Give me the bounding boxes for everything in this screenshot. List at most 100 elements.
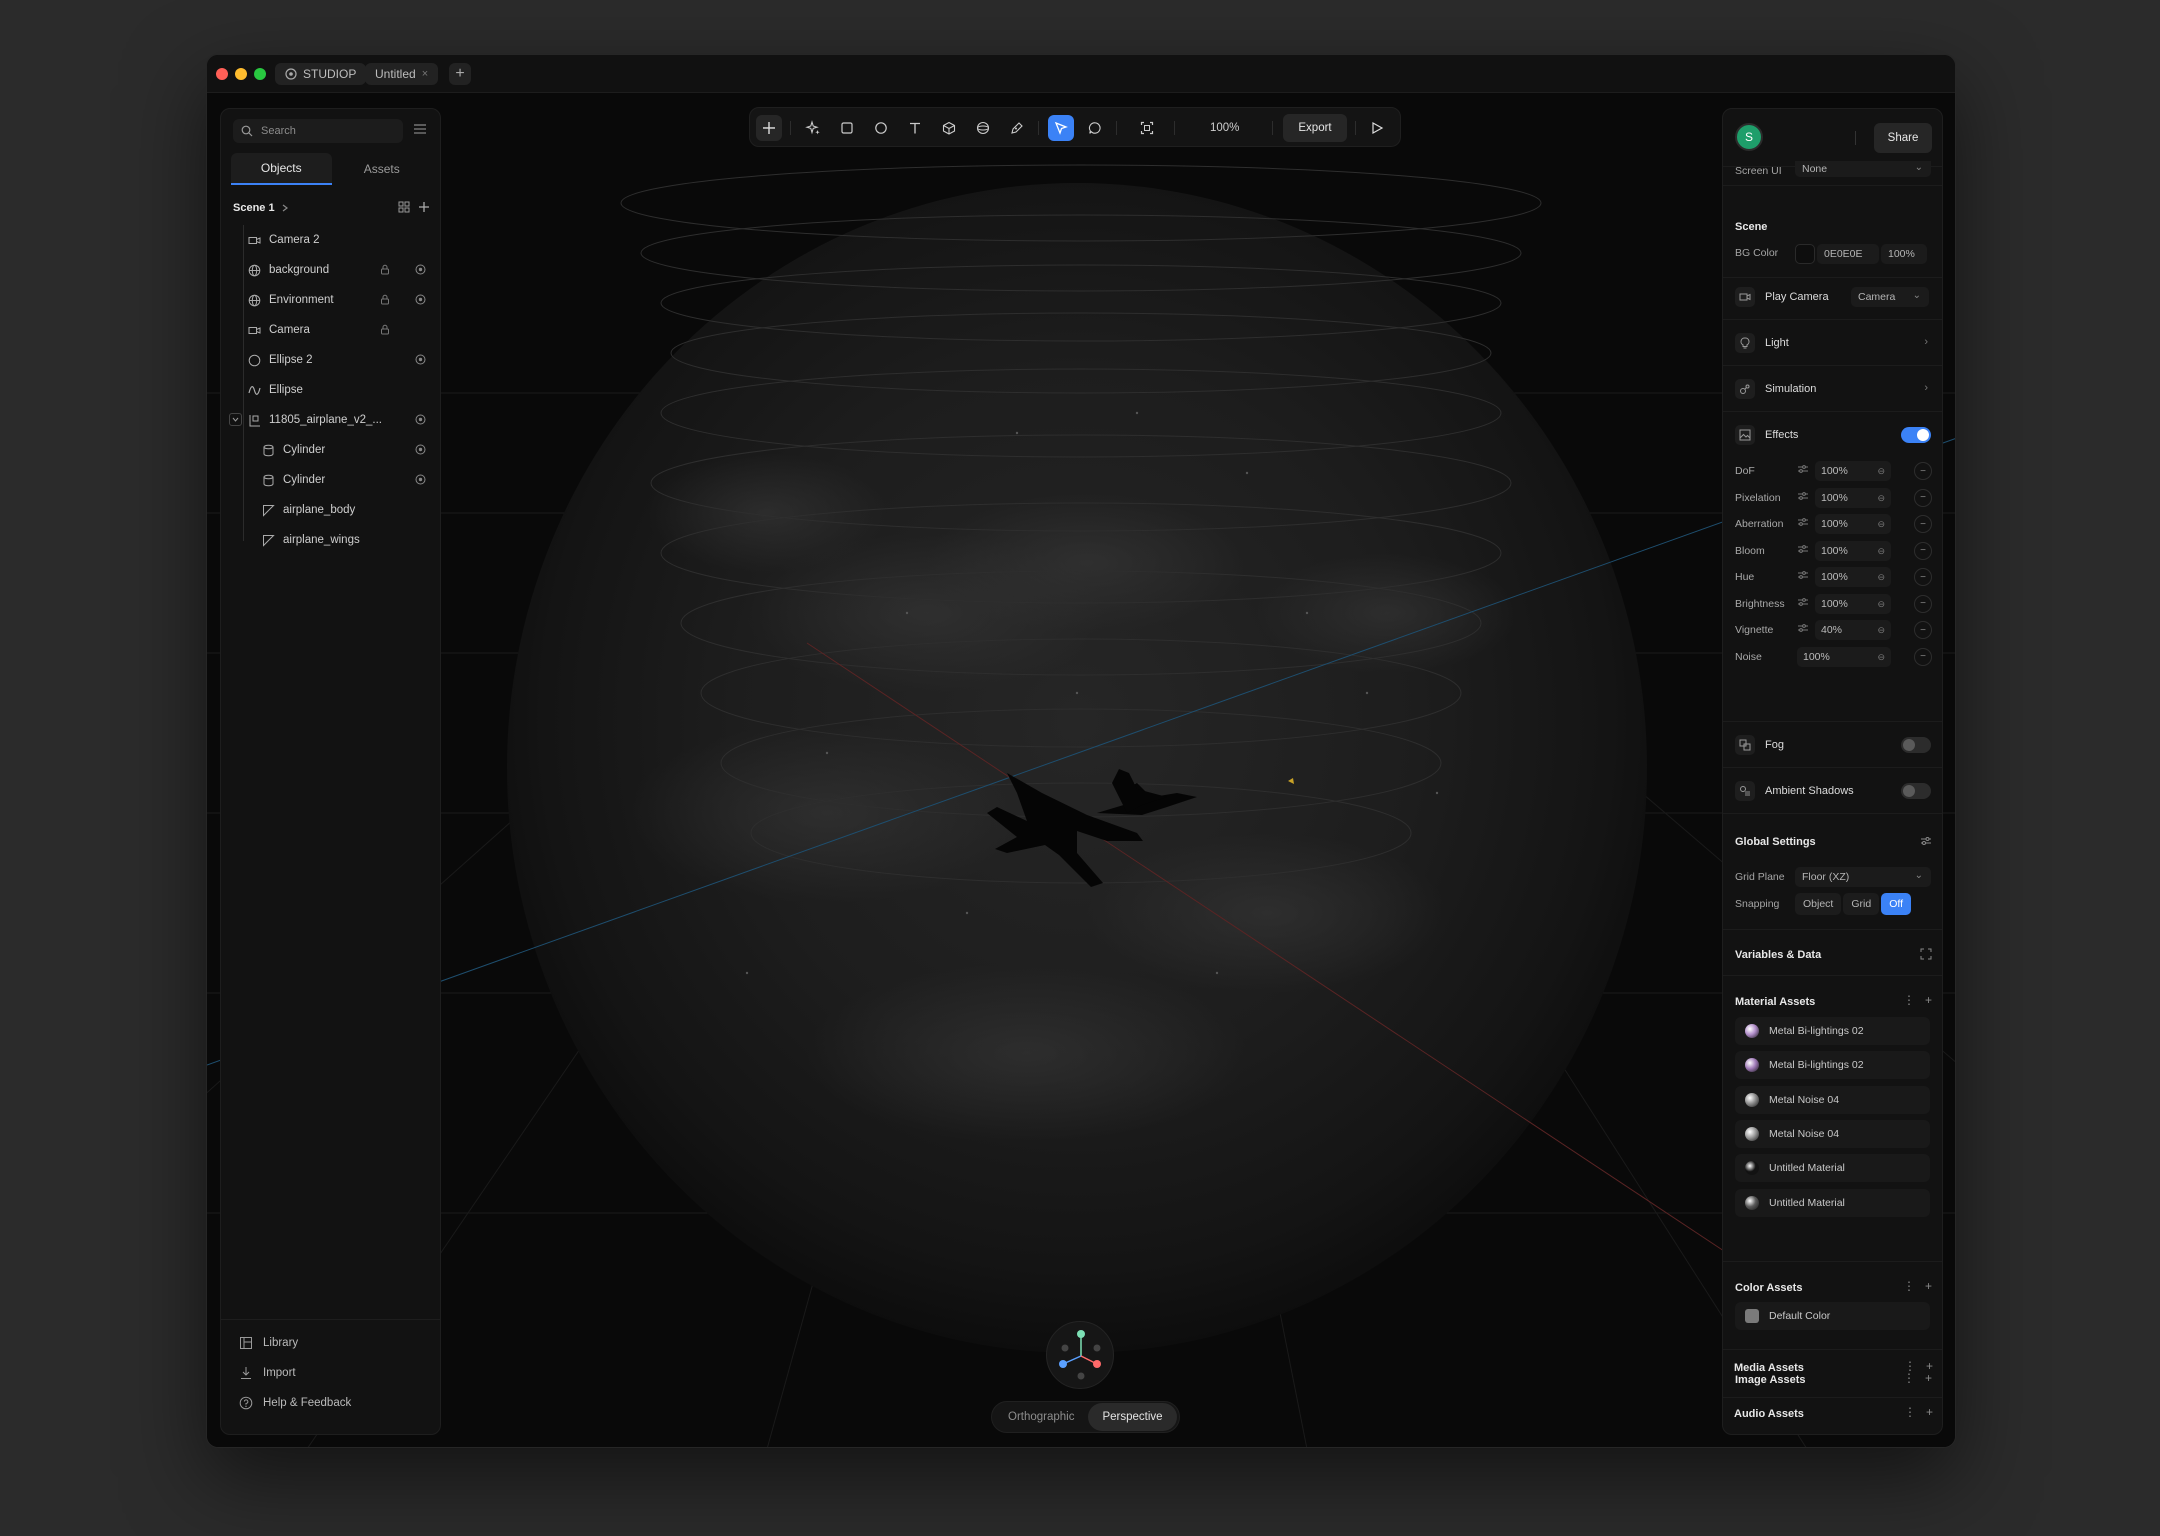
effect-value-input[interactable]: 100% ⊖ [1815,540,1891,561]
ai-tool-button[interactable] [800,115,826,141]
lock-icon[interactable] [380,324,390,338]
remove-effect-button[interactable]: − [1914,647,1932,666]
visibility-icon[interactable] [415,414,426,428]
effect-value-input[interactable]: 100% ⊖ [1815,487,1891,508]
add-object-icon[interactable] [418,201,430,213]
new-tab-button[interactable]: + [449,63,471,85]
add-material-icon[interactable]: + [1925,993,1932,1007]
material-asset-item[interactable]: Untitled Material [1735,1154,1930,1183]
comment-tool-button[interactable] [1082,115,1108,141]
tab-assets[interactable]: Assets [332,153,433,185]
bg-color-swatch[interactable] [1795,244,1815,264]
visibility-icon[interactable] [415,294,426,308]
light-row[interactable]: Light [1735,329,1789,357]
tree-item[interactable]: Ellipse [221,375,440,405]
more-vertical-icon[interactable]: ⋮ [1903,993,1915,1007]
perspective-view-button[interactable]: Perspective [1088,1403,1177,1431]
screen-ui-select[interactable]: None ⌄ [1795,161,1931,177]
sliders-icon[interactable] [1797,517,1809,530]
expand-icon[interactable] [1920,948,1932,960]
sphere-tool-button[interactable] [970,115,996,141]
shape-3d-tool-button[interactable] [936,115,962,141]
add-audio-icon[interactable]: + [1926,1405,1933,1419]
sliders-icon[interactable] [1797,570,1809,583]
orthographic-view-button[interactable]: Orthographic [994,1403,1088,1431]
ellipse-tool-button[interactable] [868,115,894,141]
tab-objects[interactable]: Objects [231,153,332,185]
tree-item[interactable]: Cylinder [221,435,440,465]
close-window-button[interactable] [216,68,228,80]
scene-selector[interactable]: Scene 1 [233,202,289,214]
material-asset-item[interactable]: Untitled Material [1735,1188,1930,1217]
tree-item[interactable]: airplane_body [221,495,440,525]
visibility-icon[interactable] [415,444,426,458]
visibility-icon[interactable] [415,264,426,278]
effect-value-input[interactable]: 40% ⊖ [1815,620,1891,640]
minimize-window-button[interactable] [235,68,247,80]
sliders-icon[interactable] [1797,623,1809,636]
tree-item[interactable]: Camera [221,315,440,345]
effect-value-input[interactable]: 100% ⊖ [1815,514,1891,534]
material-asset-item[interactable]: Metal Noise 04 [1735,1085,1930,1114]
select-tool-button[interactable] [1048,115,1074,141]
axis-gizmo[interactable] [1046,1321,1114,1389]
share-button[interactable]: Share [1874,123,1932,153]
add-button[interactable] [756,115,782,141]
settings-sliders-icon[interactable] [1920,835,1932,847]
pen-tool-button[interactable] [1004,115,1030,141]
snapping-grid-option[interactable]: Grid [1843,893,1880,915]
snapping-off-option[interactable]: Off [1881,893,1912,915]
effect-value-input[interactable]: 100% ⊖ [1815,461,1891,481]
grid-view-icon[interactable] [398,201,410,213]
add-image-icon[interactable]: + [1925,1371,1932,1385]
bg-color-hex-input[interactable]: 0E0E0E [1817,244,1879,264]
material-asset-item[interactable]: Metal Noise 04 [1735,1119,1930,1148]
remove-effect-button[interactable]: − [1914,568,1932,586]
play-camera-select[interactable]: Camera ⌄ [1851,287,1929,307]
app-tab[interactable]: STUDIOP [275,63,367,85]
visibility-icon[interactable] [415,354,426,368]
tree-item[interactable]: airplane_wings [221,525,440,555]
fog-toggle[interactable] [1901,737,1931,753]
sliders-icon[interactable] [1797,544,1809,557]
simulation-row[interactable]: Simulation [1735,375,1816,403]
remove-effect-button[interactable]: − [1914,462,1932,480]
more-vertical-icon[interactable]: ⋮ [1904,1405,1916,1419]
text-tool-button[interactable] [902,115,928,141]
effects-toggle[interactable] [1901,427,1931,443]
ambient-shadows-toggle[interactable] [1901,783,1931,799]
import-link[interactable]: Import [239,1366,296,1380]
more-vertical-icon[interactable]: ⋮ [1904,1359,1916,1373]
more-vertical-icon[interactable]: ⋮ [1903,1279,1915,1293]
bg-color-opacity-input[interactable]: 100% [1881,244,1927,264]
export-button[interactable]: Export [1283,114,1347,142]
lock-icon[interactable] [380,294,390,308]
help-link[interactable]: Help & Feedback [239,1396,351,1410]
snapping-object-option[interactable]: Object [1795,893,1842,915]
effect-value-input[interactable]: 100% ⊖ [1815,567,1891,587]
zoom-level[interactable]: 100% [1210,108,1239,148]
visibility-icon[interactable] [415,474,426,488]
rectangle-tool-button[interactable] [834,115,860,141]
more-vertical-icon[interactable]: ⋮ [1903,1371,1915,1385]
color-asset-item[interactable]: Default Color [1735,1302,1930,1330]
material-asset-item[interactable]: Metal Bi-lightings 02 [1735,1017,1930,1045]
3d-viewport[interactable]: Search Objects Assets Scene 1 Camera 2 ba… [207,93,1955,1447]
maximize-window-button[interactable] [254,68,266,80]
grid-plane-select[interactable]: Floor (XZ) ⌄ [1795,867,1931,887]
frame-tool-button[interactable] [1134,115,1160,141]
remove-effect-button[interactable]: − [1914,488,1932,507]
library-link[interactable]: Library [239,1336,298,1350]
tree-item[interactable]: 11805_airplane_v2_... [221,405,440,435]
sliders-icon[interactable] [1797,491,1809,504]
sliders-icon[interactable] [1797,464,1809,477]
remove-effect-button[interactable]: − [1914,515,1932,533]
lock-icon[interactable] [380,264,390,278]
tree-item[interactable]: background [221,255,440,285]
tree-item[interactable]: Environment [221,285,440,315]
remove-effect-button[interactable]: − [1914,594,1932,613]
sliders-icon[interactable] [1797,597,1809,610]
document-tab[interactable]: Untitled × [365,63,439,85]
remove-effect-button[interactable]: − [1914,621,1932,639]
add-media-icon[interactable]: + [1926,1359,1933,1373]
